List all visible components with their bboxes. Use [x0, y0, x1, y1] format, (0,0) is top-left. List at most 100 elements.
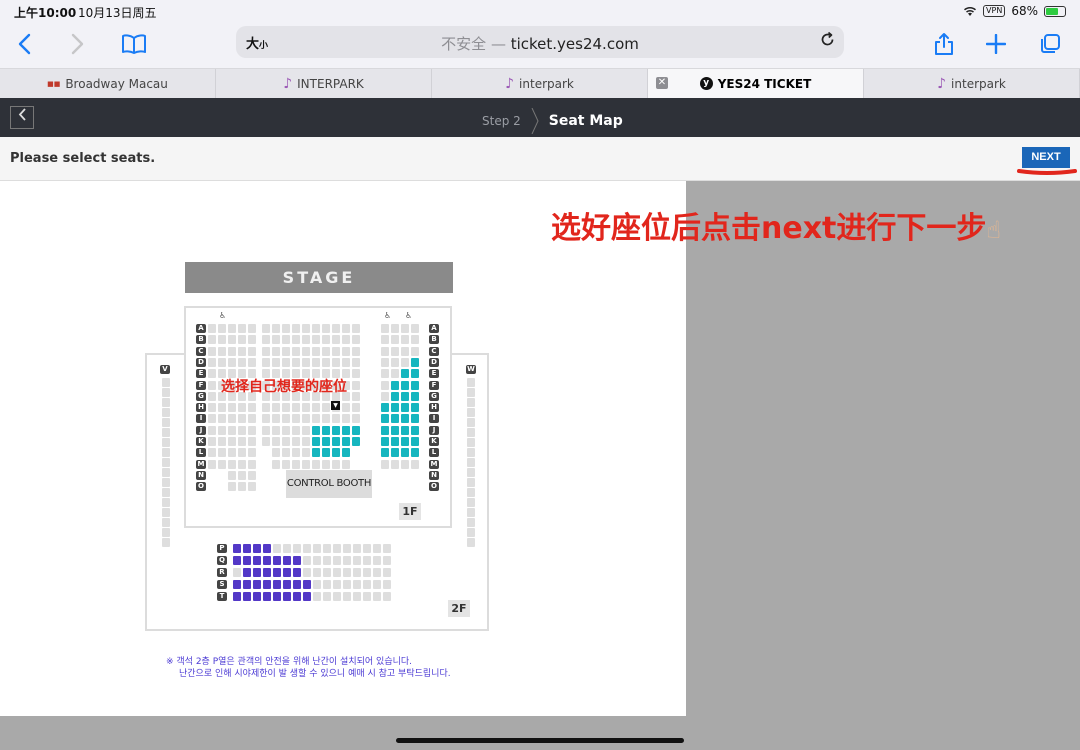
- unavailable-seat: [411, 347, 419, 356]
- available-seat[interactable]: [411, 392, 419, 401]
- close-tab-icon[interactable]: ✕: [656, 77, 668, 89]
- available-seat[interactable]: [401, 392, 409, 401]
- available-seat[interactable]: [322, 437, 330, 446]
- available-seat[interactable]: [381, 426, 389, 435]
- available-seat[interactable]: [263, 592, 271, 601]
- new-tab-icon[interactable]: [980, 28, 1012, 60]
- available-seat[interactable]: [411, 414, 419, 423]
- available-seat[interactable]: [401, 403, 409, 412]
- available-seat[interactable]: [253, 544, 261, 553]
- available-seat[interactable]: [293, 592, 301, 601]
- available-seat[interactable]: [401, 437, 409, 446]
- back-icon[interactable]: [8, 28, 40, 60]
- available-seat[interactable]: [312, 426, 320, 435]
- available-seat[interactable]: [293, 556, 301, 565]
- available-seat[interactable]: [391, 426, 399, 435]
- available-seat[interactable]: [303, 592, 311, 601]
- available-seat[interactable]: [352, 426, 360, 435]
- available-seat[interactable]: [322, 426, 330, 435]
- available-seat[interactable]: [243, 580, 251, 589]
- available-seat[interactable]: [273, 568, 281, 577]
- tab-overview-icon[interactable]: [1034, 28, 1066, 60]
- tab-interpark-1[interactable]: ♪ INTERPARK: [216, 69, 432, 98]
- available-seat[interactable]: [391, 414, 399, 423]
- seat-notice-line-1: ※ 객석 2층 P열은 관객의 안전을 위해 난간이 설치되어 있습니다.: [166, 657, 413, 667]
- available-seat[interactable]: [233, 580, 241, 589]
- available-seat[interactable]: [322, 448, 330, 457]
- available-seat[interactable]: [283, 580, 291, 589]
- available-seat[interactable]: [391, 392, 399, 401]
- available-seat[interactable]: [253, 568, 261, 577]
- available-seat[interactable]: [263, 580, 271, 589]
- available-seat[interactable]: [342, 426, 350, 435]
- tab-interpark-2[interactable]: ♪ interpark: [432, 69, 648, 98]
- tab-interpark-3[interactable]: ♪ interpark: [864, 69, 1080, 98]
- available-seat[interactable]: [411, 426, 419, 435]
- available-seat[interactable]: [283, 556, 291, 565]
- available-seat[interactable]: [293, 580, 301, 589]
- page-back-button[interactable]: [10, 106, 34, 129]
- address-bar[interactable]: 大小 不安全 — ticket.yes24.com: [236, 26, 844, 58]
- available-seat[interactable]: [243, 568, 251, 577]
- available-seat[interactable]: [401, 414, 409, 423]
- available-seat[interactable]: [273, 580, 281, 589]
- available-seat[interactable]: [283, 568, 291, 577]
- available-seat[interactable]: [263, 568, 271, 577]
- available-seat[interactable]: [411, 448, 419, 457]
- available-seat[interactable]: [273, 556, 281, 565]
- available-seat[interactable]: [401, 381, 409, 390]
- unavailable-seat: [467, 428, 475, 437]
- available-seat[interactable]: [381, 448, 389, 457]
- available-seat[interactable]: [391, 403, 399, 412]
- available-seat[interactable]: [381, 403, 389, 412]
- available-seat[interactable]: [332, 448, 340, 457]
- battery-icon: [1044, 5, 1066, 17]
- available-seat[interactable]: [283, 592, 291, 601]
- available-seat[interactable]: [233, 556, 241, 565]
- available-seat[interactable]: [352, 437, 360, 446]
- available-seat[interactable]: [411, 369, 419, 378]
- available-seat[interactable]: [332, 437, 340, 446]
- next-button[interactable]: NEXT: [1022, 147, 1070, 168]
- available-seat[interactable]: [401, 369, 409, 378]
- available-seat[interactable]: [312, 448, 320, 457]
- available-seat[interactable]: [381, 437, 389, 446]
- unavailable-seat: [302, 460, 310, 469]
- row-label-j: J: [196, 426, 206, 435]
- available-seat[interactable]: [253, 556, 261, 565]
- available-seat[interactable]: [391, 437, 399, 446]
- available-seat[interactable]: [273, 592, 281, 601]
- reload-icon[interactable]: [819, 31, 836, 53]
- available-seat[interactable]: [312, 437, 320, 446]
- available-seat[interactable]: [253, 592, 261, 601]
- tab-yes24-ticket[interactable]: ✕ y YES24 TICKET: [648, 69, 864, 98]
- available-seat[interactable]: [411, 381, 419, 390]
- available-seat[interactable]: [243, 592, 251, 601]
- available-seat[interactable]: [411, 403, 419, 412]
- available-seat[interactable]: [233, 592, 241, 601]
- available-seat[interactable]: [391, 381, 399, 390]
- available-seat[interactable]: [233, 544, 241, 553]
- unavailable-seat: [248, 448, 256, 457]
- available-seat[interactable]: [253, 580, 261, 589]
- available-seat[interactable]: [332, 426, 340, 435]
- unavailable-seat: [228, 471, 236, 480]
- tab-broadway-macau[interactable]: ■■ Broadway Macau: [0, 69, 216, 98]
- available-seat[interactable]: [411, 358, 419, 367]
- available-seat[interactable]: [411, 437, 419, 446]
- available-seat[interactable]: [401, 448, 409, 457]
- share-icon[interactable]: [928, 28, 960, 60]
- available-seat[interactable]: [401, 426, 409, 435]
- available-seat[interactable]: [243, 556, 251, 565]
- available-seat[interactable]: [303, 580, 311, 589]
- available-seat[interactable]: [342, 448, 350, 457]
- available-seat[interactable]: [263, 544, 271, 553]
- available-seat[interactable]: [293, 568, 301, 577]
- forward-icon[interactable]: [62, 28, 94, 60]
- available-seat[interactable]: [263, 556, 271, 565]
- available-seat[interactable]: [243, 544, 251, 553]
- available-seat[interactable]: [391, 448, 399, 457]
- available-seat[interactable]: [342, 437, 350, 446]
- bookmarks-icon[interactable]: [118, 28, 150, 60]
- available-seat[interactable]: [381, 414, 389, 423]
